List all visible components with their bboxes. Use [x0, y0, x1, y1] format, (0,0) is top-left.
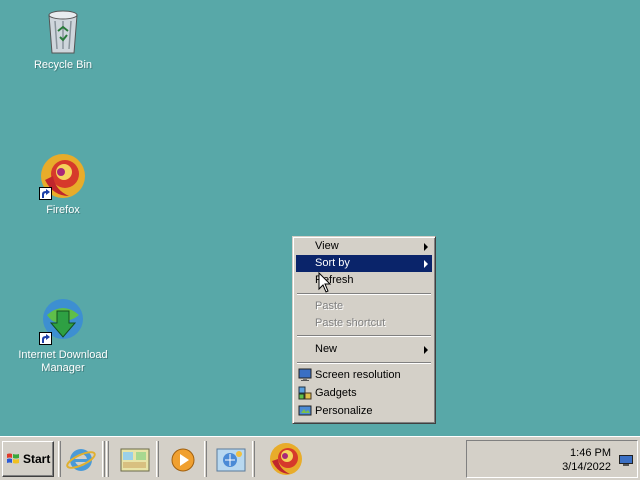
clock-time: 1:46 PM: [570, 447, 611, 459]
clock[interactable]: 1:46 PM 3/14/2022: [562, 446, 611, 474]
internet-explorer-icon: [66, 449, 96, 471]
mouse-cursor-icon: [318, 272, 332, 293]
quick-launch-show-desktop[interactable]: [118, 441, 152, 477]
menu-item-gadgets[interactable]: Gadgets: [296, 385, 432, 402]
firefox-label: Firefox: [46, 204, 80, 216]
network-status-icon[interactable]: [619, 455, 633, 467]
menu-item-label: Sort by: [315, 257, 350, 269]
windows-flag-icon: [7, 453, 19, 464]
idm-label: Internet Download Manager: [18, 349, 108, 374]
recycle-bin-label: Recycle Bin: [33, 59, 93, 71]
gadgets-icon: [298, 386, 312, 400]
desktop-icon-firefox[interactable]: Firefox: [17, 152, 109, 217]
quick-launch-divider: [252, 441, 255, 477]
submenu-arrow-icon: [424, 243, 428, 251]
idm-icon: [39, 297, 87, 345]
submenu-arrow-icon: [424, 346, 428, 354]
menu-separator: [297, 335, 431, 337]
firefox-icon: [39, 152, 87, 200]
recycle-bin-icon: [39, 7, 87, 55]
screen-resolution-icon: [298, 368, 312, 381]
menu-item-personalize[interactable]: Personalize: [296, 403, 432, 420]
menu-item-label: Personalize: [315, 405, 373, 417]
clock-date: 3/14/2022: [562, 461, 611, 473]
submenu-arrow-icon: [424, 260, 428, 268]
taskbar: Start 1:46 PM 3/14/2022: [0, 436, 640, 480]
menu-item-refresh[interactable]: Refresh: [296, 272, 432, 289]
quick-launch-divider: [156, 441, 159, 477]
media-player-icon: [171, 448, 195, 472]
start-label: Start: [23, 452, 51, 466]
menu-item-view[interactable]: View: [296, 238, 432, 255]
quick-launch-network[interactable]: [214, 441, 248, 477]
system-tray: 1:46 PM 3/14/2022: [466, 440, 638, 478]
menu-item-label: View: [315, 240, 339, 252]
quick-launch-divider: [204, 441, 207, 477]
menu-item-label: Screen resolution: [315, 369, 401, 381]
menu-item-sort-by[interactable]: Sort by: [296, 255, 432, 272]
menu-item-label: Paste shortcut: [315, 317, 386, 329]
taskbar-button-firefox[interactable]: [266, 441, 302, 477]
menu-item-paste-shortcut: Paste shortcut: [296, 315, 432, 332]
menu-item-label: New: [315, 343, 338, 355]
menu-item-label: Paste: [315, 300, 344, 312]
desktop-icon-recycle-bin[interactable]: Recycle Bin: [17, 7, 109, 72]
quick-launch-divider: [102, 441, 105, 477]
quick-launch-internet-explorer[interactable]: [64, 441, 98, 477]
taskbar-grip[interactable]: [58, 441, 61, 477]
menu-item-label: Gadgets: [315, 387, 357, 399]
shortcut-arrow-icon: [39, 332, 52, 345]
menu-item-paste: Paste: [296, 298, 432, 315]
start-button[interactable]: Start: [2, 441, 54, 477]
show-desktop-icon: [120, 448, 150, 472]
quick-launch-divider: [106, 441, 109, 477]
menu-item-screen-resolution[interactable]: Screen resolution: [296, 367, 432, 384]
network-icon: [216, 448, 246, 472]
menu-item-new[interactable]: New: [296, 341, 432, 358]
desktop-context-menu: View Sort by Refresh Paste Paste shortcu…: [292, 236, 436, 424]
personalize-icon: [298, 405, 312, 416]
quick-launch-media-player[interactable]: [166, 441, 200, 477]
firefox-icon: [270, 443, 302, 475]
shortcut-arrow-icon: [39, 187, 52, 200]
menu-separator: [297, 362, 431, 364]
desktop-icon-idm[interactable]: Internet Download Manager: [17, 297, 109, 375]
